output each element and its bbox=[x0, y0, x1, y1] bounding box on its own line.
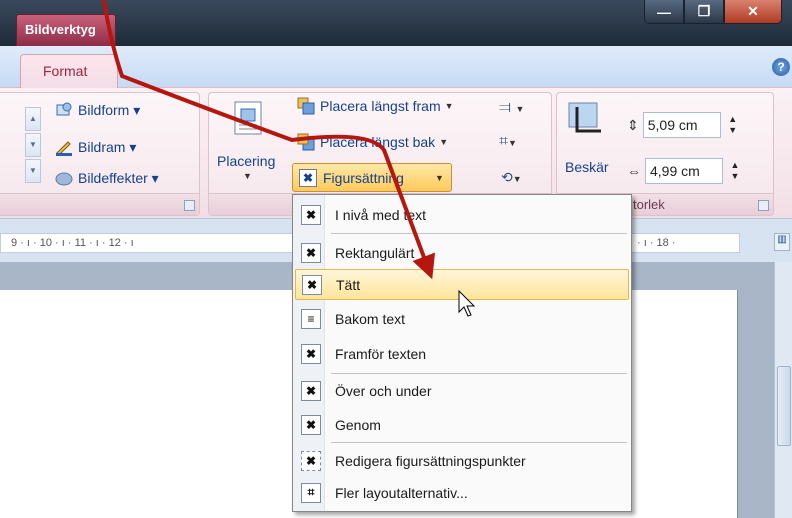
chevron-down-icon: ▼ bbox=[444, 101, 454, 111]
top-bottom-icon: ✖ bbox=[301, 380, 321, 401]
group-objects-icon[interactable]: ⌗▼ bbox=[499, 133, 517, 151]
height-stepper[interactable]: ⇕ 5,09 cm ▲ ▼ bbox=[627, 111, 747, 139]
picture-styles-footer bbox=[0, 193, 199, 215]
ruler-labels-right: · ı · 18 · bbox=[637, 237, 676, 249]
scrollbar-thumb[interactable] bbox=[777, 366, 791, 446]
inline-wrap-icon: ✖ bbox=[301, 204, 321, 225]
menu-item-label: Redigera figursättningspunkter bbox=[335, 452, 526, 469]
gallery-up-button[interactable]: ▲ bbox=[25, 107, 41, 131]
menu-item-label: Rektangulärt bbox=[335, 244, 415, 261]
text-wrap-menu: ✖ I nivå med text ✖ Rektangulärt ✖ Tätt … bbox=[292, 194, 632, 512]
bring-front-icon bbox=[297, 97, 315, 115]
menu-item-edit-wrap-points[interactable]: ✖ Redigera figursättningspunkter bbox=[295, 445, 629, 476]
restore-button[interactable]: ❐ bbox=[684, 0, 724, 24]
crop-icon bbox=[567, 101, 603, 140]
chevron-down-icon: ▼ bbox=[243, 171, 252, 181]
width-field[interactable]: 4,99 cm bbox=[645, 158, 723, 184]
tab-format[interactable]: Format bbox=[20, 54, 118, 88]
text-wrap-label: Figursättning bbox=[323, 170, 404, 186]
bring-front-label: Placera längst fram bbox=[320, 98, 441, 114]
text-wrap-icon: ✖ bbox=[299, 169, 317, 187]
gallery-scroll: ▲ ▼ ▼ bbox=[25, 107, 41, 187]
bring-to-front-button[interactable]: Placera längst fram ▼ bbox=[297, 97, 454, 115]
ruler-labels: 9 · ı · 10 · ı · 11 · ı · 12 · ı bbox=[11, 237, 134, 249]
height-spin-arrows[interactable]: ▲ ▼ bbox=[723, 114, 743, 136]
contextual-tab-picture-tools[interactable]: Bildverktyg bbox=[16, 14, 116, 46]
picture-shape-button[interactable]: Bildform ▾ bbox=[55, 101, 140, 119]
minimize-button[interactable]: — bbox=[644, 0, 684, 24]
window-controls: — ❐ ✕ bbox=[644, 0, 782, 24]
gallery-more-button[interactable]: ▼ bbox=[25, 159, 41, 183]
menu-separator bbox=[331, 442, 627, 443]
menu-item-label: Framför texten bbox=[335, 345, 427, 362]
menu-separator bbox=[331, 373, 627, 374]
rotate-icon[interactable]: ⟲▼ bbox=[501, 169, 522, 186]
chevron-down-icon: ▼ bbox=[435, 173, 444, 183]
mouse-cursor-icon bbox=[458, 290, 476, 317]
crop-label: Beskär bbox=[565, 159, 609, 175]
crop-button[interactable]: Beskär bbox=[563, 99, 619, 179]
height-field[interactable]: 5,09 cm bbox=[642, 112, 721, 138]
menu-item-label: I nivå med text bbox=[335, 206, 427, 223]
menu-item-in-front[interactable]: ✖ Framför texten bbox=[295, 338, 629, 369]
menu-item-label: Fler layoutalternativ... bbox=[335, 484, 468, 501]
menu-item-label: Genom bbox=[335, 416, 381, 433]
align-icon[interactable]: ⫤ ▼ bbox=[499, 99, 524, 117]
position-label: Placering bbox=[217, 153, 276, 169]
menu-item-inline[interactable]: ✖ I nivå med text bbox=[295, 199, 629, 230]
vertical-scrollbar[interactable] bbox=[774, 262, 792, 518]
menu-item-label: Över och under bbox=[335, 382, 432, 399]
square-wrap-icon: ✖ bbox=[301, 242, 321, 263]
picture-border-label: Bildram ▾ bbox=[78, 138, 137, 155]
effects-icon bbox=[55, 169, 73, 187]
help-icon[interactable]: ? bbox=[772, 58, 790, 76]
width-icon: ⇔ bbox=[627, 163, 641, 179]
menu-item-top-bottom[interactable]: ✖ Över och under bbox=[295, 375, 629, 406]
size-group-label: torlek bbox=[633, 197, 665, 212]
picture-styles-group: ▲ ▼ ▼ Bildform ▾ Bildram ▾ Bildeffekter … bbox=[0, 92, 200, 216]
edit-wrap-points-icon: ✖ bbox=[301, 450, 321, 471]
gallery-down-button[interactable]: ▼ bbox=[25, 133, 41, 157]
picture-effects-button[interactable]: Bildeffekter ▾ bbox=[55, 169, 159, 187]
send-to-back-button[interactable]: Placera längst bak ▼ bbox=[297, 133, 448, 151]
in-front-icon: ✖ bbox=[301, 343, 321, 364]
behind-text-icon: ≡ bbox=[301, 308, 321, 329]
menu-item-through[interactable]: ✖ Genom bbox=[295, 409, 629, 440]
picture-border-button[interactable]: Bildram ▾ bbox=[55, 138, 136, 156]
picture-shape-label: Bildform ▾ bbox=[78, 101, 141, 118]
ribbon-tab-row bbox=[0, 46, 792, 88]
position-icon bbox=[233, 101, 263, 138]
ruler-toggle-icon[interactable]: ▥ bbox=[774, 233, 790, 251]
send-back-label: Placera längst bak bbox=[320, 134, 436, 150]
dialog-launcher-icon[interactable] bbox=[184, 200, 195, 211]
menu-item-square[interactable]: ✖ Rektangulärt bbox=[295, 237, 629, 268]
through-wrap-icon: ✖ bbox=[301, 414, 321, 435]
picture-shape-icon bbox=[55, 101, 73, 119]
pencil-icon bbox=[55, 138, 73, 156]
text-wrap-button[interactable]: ✖ Figursättning ▼ bbox=[292, 163, 452, 192]
send-back-icon bbox=[297, 133, 315, 151]
menu-separator bbox=[331, 233, 627, 234]
menu-item-label: Bakom text bbox=[335, 310, 406, 327]
menu-item-more-layout[interactable]: ⌗ Fler layoutalternativ... bbox=[295, 477, 629, 508]
picture-effects-label: Bildeffekter ▾ bbox=[78, 169, 159, 186]
menu-item-label: Tätt bbox=[336, 276, 361, 293]
close-button[interactable]: ✕ bbox=[724, 0, 782, 24]
more-layout-icon: ⌗ bbox=[301, 482, 321, 503]
tight-wrap-icon: ✖ bbox=[302, 274, 322, 295]
height-icon: ⇕ bbox=[627, 116, 639, 133]
position-button[interactable]: Placering ▼ bbox=[211, 99, 285, 185]
chevron-down-icon: ▼ bbox=[439, 137, 449, 147]
dialog-launcher-icon[interactable] bbox=[758, 200, 769, 211]
width-stepper[interactable]: ⇔ 4,99 cm ▲ ▼ bbox=[627, 157, 747, 185]
width-spin-arrows[interactable]: ▲ ▼ bbox=[725, 160, 745, 182]
